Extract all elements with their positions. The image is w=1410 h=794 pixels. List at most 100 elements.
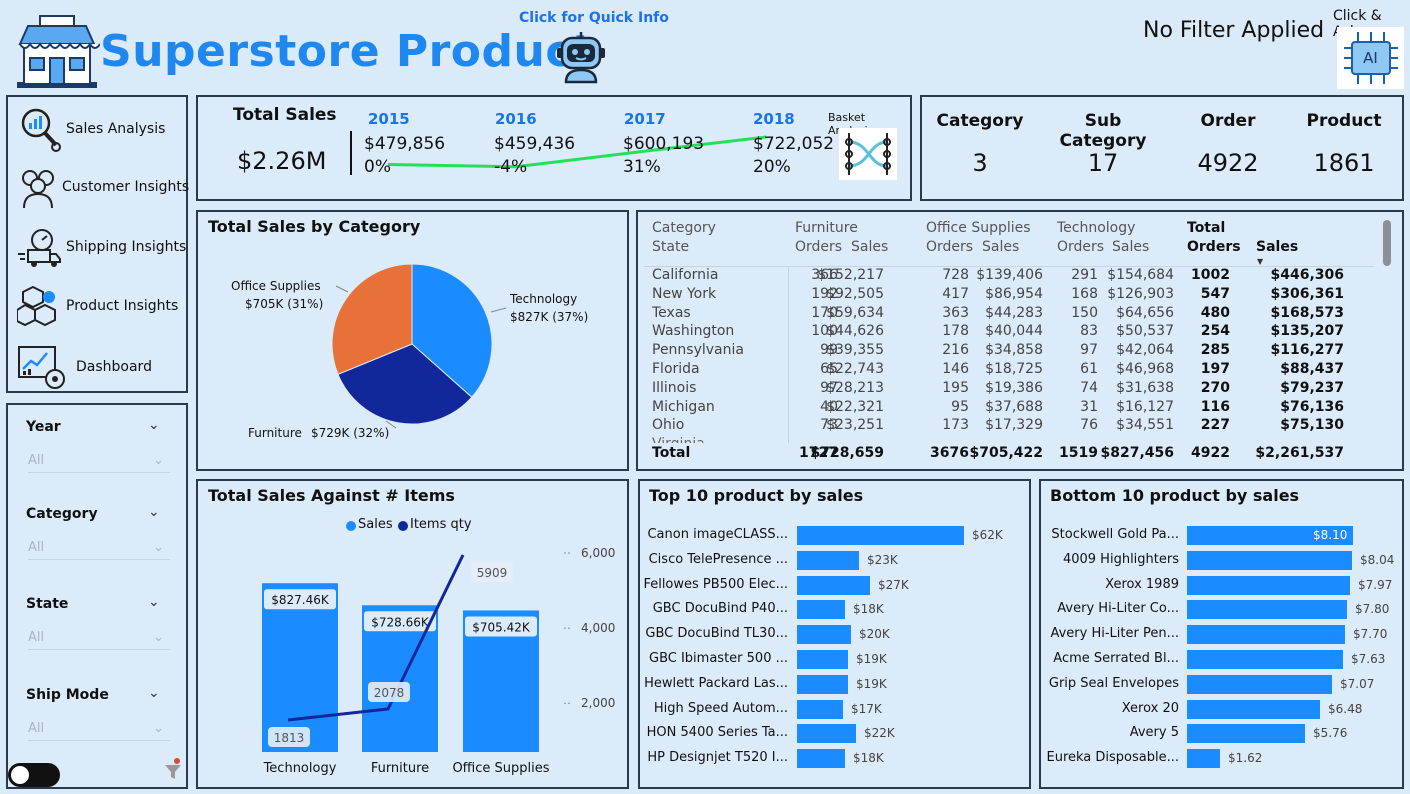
matrix-header: Orders — [1057, 239, 1105, 255]
quick-info-link[interactable]: Click for Quick Info — [519, 10, 669, 26]
product-label: High Speed Autom... — [653, 700, 788, 716]
product-bar[interactable] — [1187, 575, 1350, 595]
product-bar[interactable] — [797, 575, 870, 595]
slicer-shipmode-label: Ship Mode — [26, 687, 109, 703]
chevron-down-icon[interactable]: ⌄ — [148, 685, 160, 701]
chevron-down-icon[interactable]: ⌄ — [148, 417, 160, 433]
matrix-scrollbar[interactable] — [1383, 220, 1391, 266]
matrix-value-cell: 547 — [1200, 285, 1230, 302]
pie-label-furniture: Furniture — [248, 426, 302, 440]
product-value-label: $17K — [851, 701, 882, 716]
theme-toggle[interactable] — [8, 763, 60, 787]
matrix-value-cell: 480 — [1200, 304, 1230, 321]
pie-leader-line — [335, 285, 349, 293]
product-bar[interactable] — [1187, 600, 1347, 620]
matrix-value-cell: 76 — [1080, 417, 1098, 434]
pie-value-office-supplies: $705K (31%) — [245, 297, 324, 311]
nav-product-insights[interactable]: Product Insights — [14, 281, 190, 331]
slicer-panel: Year ⌄ All ⌄ Category ⌄ All ⌄ State ⌄ All ⌄… — [6, 403, 188, 789]
matrix-value-cell: 97 — [1080, 342, 1098, 359]
product-bar[interactable] — [797, 749, 845, 769]
pie-value-furniture: $729K (32%) — [311, 426, 390, 440]
matrix-state-cell: Florida — [652, 361, 700, 377]
matrix-value-cell: $40,044 — [985, 323, 1043, 340]
product-value-label: $7.97 — [1358, 577, 1393, 592]
count-value: 4922 — [1197, 149, 1259, 177]
basket-analysis-button[interactable] — [839, 128, 897, 180]
product-bar[interactable] — [797, 674, 848, 694]
matrix-header: Orders — [795, 239, 843, 255]
product-label: Grip Seal Envelopes — [1048, 675, 1179, 691]
ai-chip-button[interactable]: AI — [1337, 27, 1404, 89]
matrix-value-cell: 270 — [1200, 379, 1230, 396]
nav-shipping-insights[interactable]: Shipping Insights — [14, 222, 190, 272]
year-growth-pct: -4% — [494, 157, 528, 177]
product-value-label: $7.70 — [1353, 627, 1388, 642]
product-value-label: $8.04 — [1360, 552, 1395, 567]
matrix-value-cell: 95 — [951, 398, 969, 415]
product-bar[interactable] — [1187, 550, 1352, 570]
product-label: Xerox 20 — [1121, 700, 1179, 716]
product-bar[interactable] — [1187, 674, 1332, 694]
matrix-value-cell: $446,306 — [1270, 267, 1344, 283]
year-value: All — [28, 453, 45, 468]
x-axis-category-label: Technology — [263, 761, 337, 776]
product-bar[interactable] — [797, 724, 856, 744]
nav-customer-insights[interactable]: Customer Insights — [14, 162, 190, 212]
nav-dashboard[interactable]: Dashboard — [14, 342, 190, 392]
matrix-value-cell: $17,329 — [985, 417, 1043, 434]
matrix-state-cell: Pennsylvania — [652, 342, 744, 359]
matrix-header: Sales — [982, 239, 1020, 255]
product-bar[interactable] — [1187, 699, 1320, 719]
combo-chart[interactable]: 6,000 4,000 2,000 $827.46K Technology $728.66… — [198, 481, 631, 791]
clear-filter-icon[interactable] — [164, 757, 182, 785]
year-sales-value: $600,193 — [623, 134, 705, 154]
matrix-state-cell: California — [652, 267, 719, 283]
y-axis-tick-label: 4,000 — [581, 621, 615, 635]
chevron-down-icon[interactable]: ⌄ — [148, 504, 160, 520]
product-label: HON 5400 Series Ta... — [646, 725, 788, 741]
top10-title: Top 10 product by sales — [649, 486, 864, 505]
robot-icon[interactable] — [556, 30, 606, 84]
chevron-down-icon: ⌄ — [153, 721, 164, 736]
matrix-value-cell: 728 — [942, 267, 969, 283]
matrix-value-cell: 168 — [1071, 285, 1098, 302]
product-bar[interactable] — [797, 625, 851, 645]
product-value-label: $18K — [853, 751, 884, 766]
product-bar[interactable] — [797, 699, 843, 719]
product-bar[interactable] — [797, 650, 848, 669]
state-dropdown[interactable]: All ⌄ — [28, 630, 170, 650]
product-value-label: $62K — [972, 528, 1003, 542]
category-dropdown[interactable]: All ⌄ — [28, 540, 170, 560]
product-bar[interactable] — [797, 526, 964, 545]
product-bar[interactable] — [797, 550, 859, 570]
count-value: 3 — [972, 149, 988, 177]
product-bar[interactable] — [1187, 749, 1220, 769]
slicer-year-label: Year — [26, 419, 61, 435]
magnifier-chart-icon — [14, 104, 66, 154]
shipmode-value: All — [28, 721, 45, 736]
product-bar[interactable] — [1187, 625, 1345, 645]
product-label: Avery 5 — [1129, 725, 1179, 741]
product-label: Fellowes PB500 Elec... — [643, 576, 788, 592]
year-dropdown[interactable]: All ⌄ — [28, 453, 170, 473]
matrix-value-cell: 83 — [1080, 323, 1098, 340]
product-bar[interactable] — [1187, 650, 1343, 669]
product-bar[interactable] — [797, 600, 845, 620]
matrix-header: State — [652, 239, 690, 255]
sales-data-label: $705.42K — [472, 620, 531, 634]
chevron-down-icon[interactable]: ⌄ — [148, 594, 160, 610]
matrix-total-cell: 4922 — [1191, 445, 1230, 461]
product-label: GBC DocuBind TL30... — [645, 626, 788, 642]
matrix-state-cell: Texas — [652, 304, 691, 321]
matrix-header: Sales — [1256, 239, 1299, 255]
matrix-value-cell: 216 — [942, 342, 969, 359]
page-title: Superstore Product — [100, 26, 594, 77]
matrix-header: Sales — [851, 239, 889, 255]
product-bar[interactable] — [1187, 724, 1305, 744]
matrix-value-cell: $79,237 — [1280, 379, 1344, 396]
nav-sales-analysis[interactable]: Sales Analysis — [14, 104, 190, 154]
shipmode-dropdown[interactable]: All ⌄ — [28, 721, 170, 741]
kpi-panel: Total Sales $2.26M 2015 $479,856 0% 2016… — [196, 95, 912, 201]
bottom10-panel: Bottom 10 product by sales Stockwell Gol… — [1039, 479, 1404, 789]
